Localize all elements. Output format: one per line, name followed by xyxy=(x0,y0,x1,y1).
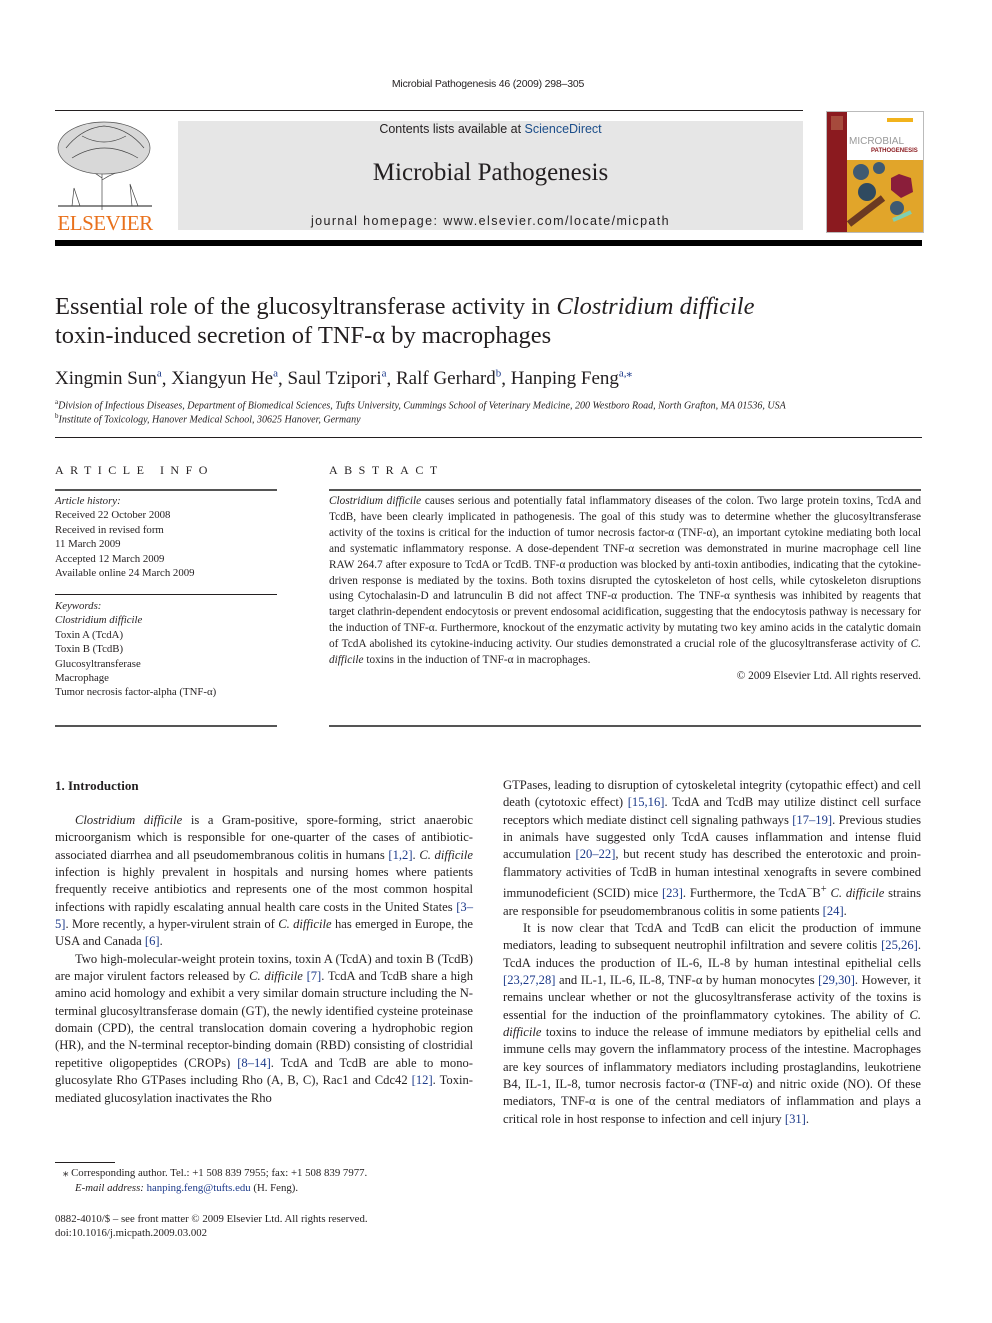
affiliation-b: bInstitute of Toxicology, Hanover Medica… xyxy=(55,412,361,426)
top-rule xyxy=(55,110,803,111)
cover-image-icon: MICROBIAL PATHOGENESIS xyxy=(827,112,923,232)
paragraph: It is now clear that TcdA and TcdB can e… xyxy=(503,920,921,1126)
divider xyxy=(55,725,277,727)
history-item: Received 22 October 2008 xyxy=(55,509,171,522)
keyword: Tumor necrosis factor-alpha (TNF-α) xyxy=(55,686,217,699)
keywords: Keywords: Clostridium difficile Toxin A … xyxy=(55,599,277,700)
citation-link[interactable]: [7] xyxy=(307,969,322,983)
history-item: Available online 24 March 2009 xyxy=(55,567,195,580)
contents-prefix: Contents lists available at xyxy=(379,122,525,136)
history-item: 11 March 2009 xyxy=(55,538,121,551)
divider xyxy=(329,725,921,727)
author[interactable]: Hanping Fenga,⁎ xyxy=(511,368,632,389)
keyword: Toxin A (TcdA) xyxy=(55,628,124,641)
corresponding-author-note: ⁎ Corresponding author. Tel.: +1 508 839… xyxy=(63,1167,368,1179)
citation-link[interactable]: [17–19] xyxy=(792,813,832,827)
citation-link[interactable]: [23] xyxy=(662,886,683,900)
article-info-heading: ARTICLE INFO xyxy=(55,463,214,477)
body-column-right: GTPases, leading to disruption of cytosk… xyxy=(503,777,921,1128)
abstract-body: Clostridium difficile causes serious and… xyxy=(329,494,921,685)
article-title: Essential role of the glucosyltransferas… xyxy=(55,292,935,350)
title-organism: Clostridium difficile xyxy=(556,293,755,320)
journal-title: Microbial Pathogenesis xyxy=(372,159,609,186)
author[interactable]: Xingmin Suna xyxy=(55,368,162,389)
citation-link[interactable]: [20–22] xyxy=(576,847,616,861)
running-head: Microbial Pathogenesis 46 (2009) 298–305 xyxy=(391,78,585,90)
abstract-heading: ABSTRACT xyxy=(329,463,444,477)
masthead-rule xyxy=(55,240,922,246)
affiliation-marker[interactable]: a,⁎ xyxy=(619,368,632,380)
keyword: Macrophage xyxy=(55,672,109,685)
citation-link[interactable]: [31] xyxy=(785,1112,806,1126)
author[interactable]: Ralf Gerhardb xyxy=(396,368,501,389)
author-list: Xingmin Suna, Xiangyun Hea, Saul Tzipori… xyxy=(55,368,633,390)
issn-line: 0882-4010/$ – see front matter © 2009 El… xyxy=(55,1213,368,1225)
citation-link[interactable]: [15,16] xyxy=(628,795,665,809)
sciencedirect-link[interactable]: ScienceDirect xyxy=(525,122,602,136)
citation-link[interactable]: [25,26] xyxy=(881,938,918,952)
body-column-left: Clostridium difficile is a Gram-positive… xyxy=(55,812,473,1107)
elsevier-wordmark: ELSEVIER xyxy=(57,211,153,235)
abstract-copyright: © 2009 Elsevier Ltd. All rights reserved… xyxy=(736,669,921,682)
keyword: Glucosyltransferase xyxy=(55,657,141,670)
history-item: Accepted 12 March 2009 xyxy=(55,552,165,565)
citation-link[interactable]: [24] xyxy=(823,904,844,918)
doi-link[interactable]: doi:10.1016/j.micpath.2009.03.002 xyxy=(55,1226,207,1241)
history-label: Article history: xyxy=(55,495,121,507)
journal-homepage-link[interactable]: journal homepage: www.elsevier.com/locat… xyxy=(178,213,803,229)
title-text: Essential role of the glucosyltransferas… xyxy=(55,293,557,320)
section-heading-introduction: 1. Introduction xyxy=(55,778,139,793)
citation-link[interactable]: [29,30] xyxy=(818,973,855,987)
elsevier-logo[interactable]: ELSEVIER xyxy=(52,118,158,234)
citation-link[interactable]: [23,27,28] xyxy=(503,973,555,987)
citation-link[interactable]: [6] xyxy=(145,934,160,948)
affiliation-marker[interactable]: a xyxy=(382,368,387,380)
divider xyxy=(55,594,277,595)
keywords-label: Keywords: xyxy=(55,600,102,612)
divider xyxy=(55,437,922,438)
paragraph: Clostridium difficile is a Gram-positive… xyxy=(55,813,474,949)
tree-icon xyxy=(52,118,158,212)
keyword: Toxin B (TcdB) xyxy=(55,643,124,656)
affiliation-marker[interactable]: a xyxy=(157,368,162,380)
title-text-line2: toxin-induced secretion of TNF-α by macr… xyxy=(55,322,552,349)
paragraph-continued: GTPases, leading to disruption of cytosk… xyxy=(503,778,921,918)
citation-link[interactable]: [1,2] xyxy=(388,848,412,862)
divider xyxy=(55,489,277,491)
author[interactable]: Saul Tziporia xyxy=(288,368,387,389)
footnote-rule xyxy=(55,1162,115,1163)
paragraph: Two high-molecular-weight protein toxins… xyxy=(55,951,473,1105)
affiliation-marker[interactable]: a xyxy=(273,368,278,380)
history-item: Received in revised form xyxy=(55,523,164,536)
affiliation-marker[interactable]: b xyxy=(496,368,502,380)
citation-link[interactable]: [8–14] xyxy=(237,1056,271,1070)
contents-line: Contents lists available at ScienceDirec… xyxy=(178,121,803,137)
keyword: Clostridium difficile xyxy=(55,614,143,627)
cover-title: MICROBIAL xyxy=(849,136,904,147)
journal-banner: Contents lists available at ScienceDirec… xyxy=(178,121,803,230)
article-history: Article history: Received 22 October 200… xyxy=(55,494,277,580)
email-link[interactable]: hanping.feng@tufts.edu xyxy=(147,1182,251,1194)
email-note: E-mail address: hanping.feng@tufts.edu (… xyxy=(75,1182,299,1194)
divider xyxy=(329,489,921,491)
author[interactable]: Xiangyun Hea xyxy=(171,368,278,389)
journal-cover[interactable]: MICROBIAL PATHOGENESIS xyxy=(826,111,924,233)
citation-link[interactable]: [12] xyxy=(412,1073,433,1087)
cover-subtitle: PATHOGENESIS xyxy=(871,148,918,154)
